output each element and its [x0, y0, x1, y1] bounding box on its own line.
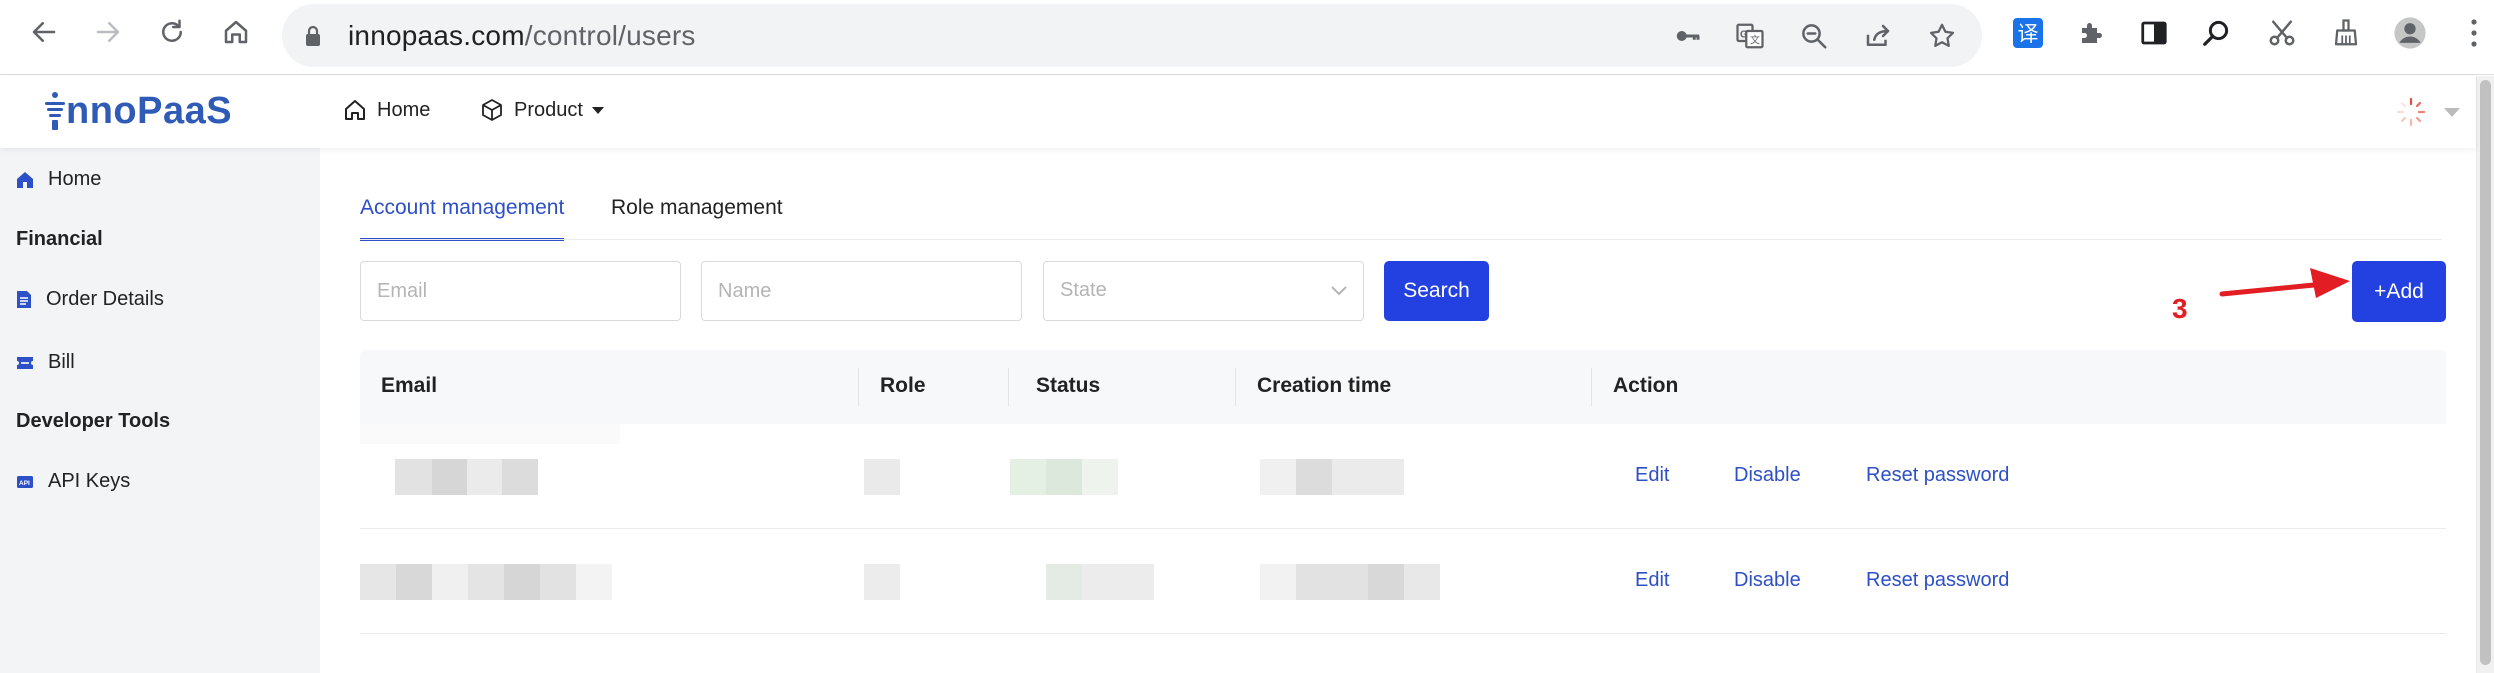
tabs-divider: [360, 239, 2442, 240]
column-divider: [1235, 368, 1236, 406]
annotation-arrow-icon: [2219, 268, 2350, 298]
cube-icon: [482, 99, 502, 121]
name-input[interactable]: [702, 262, 1021, 320]
column-header-status: Status: [1036, 374, 1101, 397]
sidebar-item-bill[interactable]: Bill: [16, 351, 75, 374]
table-row: Edit Disable Reset password: [360, 529, 2446, 634]
sidebar: Home Financial Order Details Bill Develo…: [0, 148, 320, 673]
table-header: Email Role Status Creation time Action: [360, 350, 2446, 424]
disable-link[interactable]: Disable: [1734, 464, 1801, 487]
search-lens-icon[interactable]: [2199, 16, 2233, 50]
translate-icon[interactable]: G文: [1734, 20, 1766, 52]
edit-link[interactable]: Edit: [1635, 569, 1669, 592]
sidebar-item-label: Order Details: [46, 288, 164, 310]
sidebar-item-label: API Keys: [48, 470, 131, 492]
topnav-product-label: Product: [514, 98, 583, 121]
loading-spinner-icon: [2395, 96, 2427, 128]
reset-password-link[interactable]: Reset password: [1866, 569, 2009, 592]
column-header-role: Role: [880, 374, 926, 397]
lock-icon: [304, 25, 322, 47]
side-panel-icon[interactable]: [2137, 16, 2171, 50]
redacted-role-cell: [864, 564, 900, 600]
home-icon: [17, 171, 33, 188]
ticket-icon: [17, 356, 33, 369]
scissors-icon[interactable]: [2265, 16, 2299, 50]
user-menu-caret-icon[interactable]: [2443, 106, 2461, 118]
redacted-role-cell: [864, 459, 900, 495]
email-filter-input[interactable]: [360, 261, 681, 321]
home-browser-icon[interactable]: [218, 14, 254, 50]
state-select-placeholder: State: [1060, 279, 1107, 301]
svg-text:G: G: [1740, 29, 1748, 40]
address-bar[interactable]: innopaas.com/control/users G文: [282, 4, 1982, 67]
tab-role-management[interactable]: Role management: [611, 196, 783, 238]
back-icon[interactable]: [26, 14, 62, 50]
url-text: innopaas.com/control/users: [348, 20, 696, 51]
topnav-home[interactable]: Home: [343, 98, 430, 122]
state-select[interactable]: State: [1043, 261, 1364, 321]
svg-text:API: API: [19, 480, 30, 487]
sidebar-item-api-keys[interactable]: API API Keys: [16, 470, 130, 493]
forward-icon[interactable]: [90, 14, 126, 50]
sidebar-section-developer-tools: Developer Tools: [16, 410, 171, 432]
reload-icon[interactable]: [154, 14, 190, 50]
reset-password-link[interactable]: Reset password: [1866, 464, 2009, 487]
tab-account-management[interactable]: Account management: [360, 196, 565, 241]
sidebar-section-financial: Financial: [16, 228, 103, 250]
name-filter-input[interactable]: [701, 261, 1022, 321]
column-divider: [1591, 368, 1592, 406]
column-header-action: Action: [1613, 374, 1679, 397]
topnav-product[interactable]: Product: [480, 98, 605, 122]
chevron-down-icon: [1331, 286, 1347, 296]
key-icon[interactable]: [1672, 20, 1704, 52]
column-header-email: Email: [381, 374, 438, 397]
column-divider: [1008, 368, 1009, 406]
profile-avatar-icon[interactable]: [2393, 16, 2427, 50]
column-divider: [858, 368, 859, 406]
edit-link[interactable]: Edit: [1635, 464, 1669, 487]
svg-text:文: 文: [1750, 34, 1760, 47]
scrollbar-thumb[interactable]: [2480, 80, 2491, 665]
zoom-out-icon[interactable]: [1798, 20, 1830, 52]
page-scrollbar[interactable]: [2476, 76, 2494, 673]
search-button[interactable]: Search: [1384, 261, 1489, 321]
table-row: Edit Disable Reset password: [360, 424, 2446, 529]
logo-text: nnoPaaS: [66, 90, 233, 132]
browser-toolbar: innopaas.com/control/users G文 译: [0, 0, 2494, 75]
caret-down-icon: [591, 107, 604, 114]
disable-link[interactable]: Disable: [1734, 569, 1801, 592]
annotation-step-number: 3: [2172, 293, 2188, 324]
browser-menu-icon[interactable]: [2470, 16, 2478, 50]
sidebar-item-label: Bill: [48, 351, 75, 373]
broom-clean-icon[interactable]: [2329, 16, 2363, 50]
document-icon: [17, 291, 31, 308]
extensions-puzzle-icon[interactable]: [2075, 16, 2109, 50]
sidebar-item-label: Home: [48, 168, 102, 190]
column-header-creation-time: Creation time: [1257, 374, 1392, 397]
topnav-home-label: Home: [377, 98, 431, 121]
home-icon: [345, 100, 365, 120]
add-button[interactable]: +Add: [2352, 261, 2446, 322]
logo-mark-icon: [45, 91, 65, 130]
share-icon[interactable]: [1862, 20, 1894, 52]
bookmark-star-icon[interactable]: [1926, 20, 1958, 52]
translator-extension-icon[interactable]: 译: [2011, 16, 2045, 50]
api-key-icon: API: [17, 475, 33, 488]
logo[interactable]: nnoPaaS: [44, 90, 232, 133]
main-content: Account management Role management State…: [320, 148, 2476, 673]
sidebar-item-home[interactable]: Home: [16, 168, 101, 191]
users-table: Email Role Status Creation time Action E…: [360, 350, 2446, 634]
app-header: nnoPaaS Home Product: [0, 76, 2476, 148]
sidebar-item-order-details[interactable]: Order Details: [16, 288, 164, 311]
email-input[interactable]: [361, 262, 680, 320]
